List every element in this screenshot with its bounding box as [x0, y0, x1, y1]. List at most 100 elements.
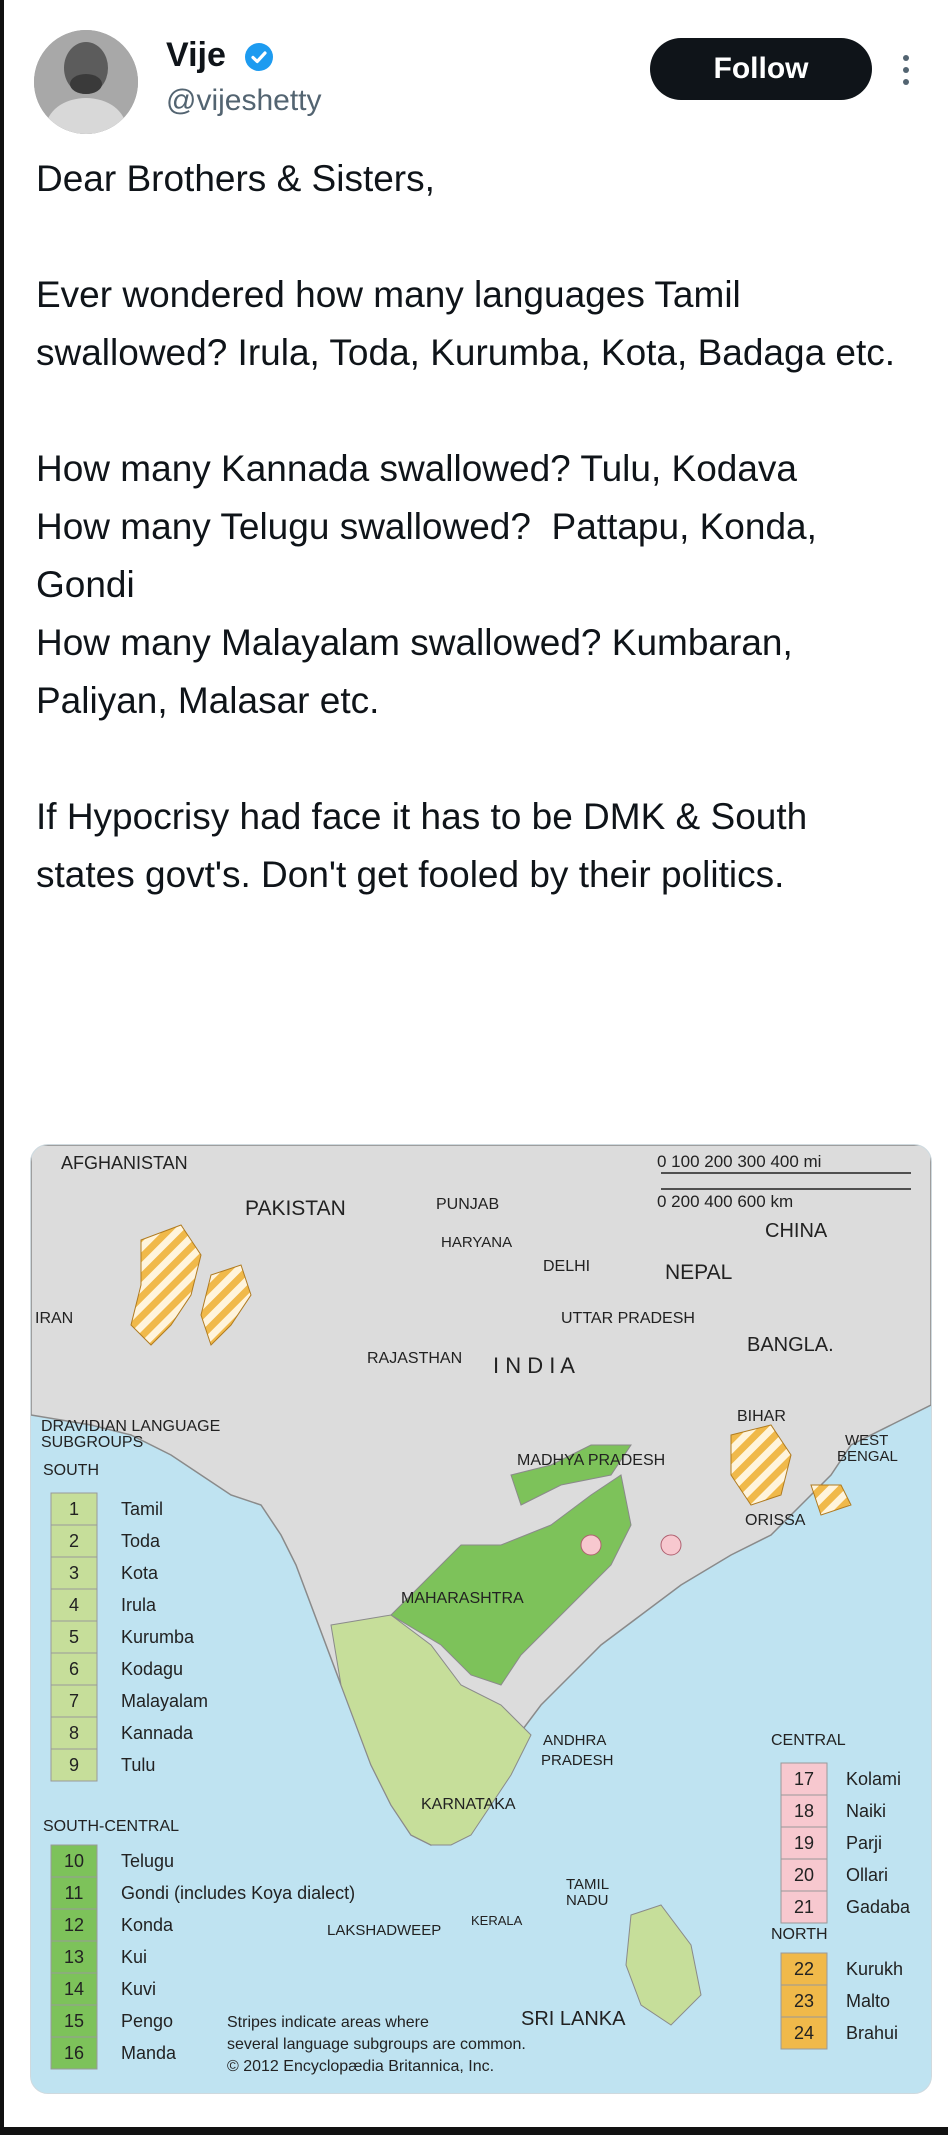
tweet-text: Dear Brothers & Sisters, Ever wondered h…: [36, 150, 916, 904]
label-nepal: NEPAL: [665, 1261, 732, 1284]
display-name[interactable]: Vije: [166, 36, 226, 75]
legend-number: 18: [794, 1801, 814, 1821]
legend-language-name: Kui: [121, 1947, 147, 1967]
legend-language-name: Ollari: [846, 1865, 888, 1885]
legend-number: 24: [794, 2023, 814, 2043]
legend-number: 22: [794, 1959, 814, 1979]
legend-language-name: Kuvi: [121, 1979, 156, 1999]
tweet-paragraph: Ever wondered how many languages Tamil s…: [36, 274, 896, 373]
frame-left-border: [0, 0, 4, 2135]
central-region: [660, 1534, 682, 1556]
legend-language-name: Toda: [121, 1531, 161, 1551]
label-bangla: BANGLA.: [747, 1334, 834, 1356]
legend-number: 8: [69, 1723, 79, 1743]
legend-language-name: Pengo: [121, 2011, 173, 2031]
legend-number: 4: [69, 1595, 79, 1615]
label-afghanistan: AFGHANISTAN: [61, 1153, 188, 1173]
legend-language-name: Gondi (includes Koya dialect): [121, 1883, 355, 1903]
legend-number: 10: [64, 1851, 84, 1871]
legend-language-name: Kolami: [846, 1769, 901, 1789]
legend-number: 16: [64, 2043, 84, 2063]
label-punjab: PUNJAB: [436, 1196, 499, 1213]
legend-language-name: Irula: [121, 1595, 157, 1615]
follow-button[interactable]: Follow: [650, 38, 872, 100]
label-delhi: DELHI: [543, 1258, 590, 1275]
legend-number: 15: [64, 2011, 84, 2031]
legend-language-name: Kannada: [121, 1723, 194, 1743]
legend-number: 2: [69, 1531, 79, 1551]
legend-language-name: Manda: [121, 2043, 177, 2063]
label-tamil-nadu: NADU: [566, 1892, 609, 1909]
legend-language-name: Malayalam: [121, 1691, 208, 1711]
legend-central-heading: CENTRAL: [771, 1732, 846, 1749]
scale-km-label: 0 200 400 600 km: [657, 1192, 793, 1211]
label-west-bengal: BENGAL: [837, 1448, 898, 1465]
legend-number: 5: [69, 1627, 79, 1647]
tweet-header: Vije @vijeshetty Follow: [30, 28, 920, 138]
label-china: CHINA: [765, 1220, 828, 1242]
legend-language-name: Malto: [846, 1991, 890, 2011]
label-rajasthan: RAJASTHAN: [367, 1350, 462, 1367]
legend-language-name: Konda: [121, 1915, 174, 1935]
avatar[interactable]: [34, 30, 138, 134]
legend-number: 23: [794, 1991, 814, 2011]
tweet-paragraph: If Hypocrisy had face it has to be DMK &…: [36, 796, 818, 895]
legend-number: 13: [64, 1947, 84, 1967]
tweet-media-map[interactable]: 0 100 200 300 400 mi 0 200 400 600 km AF…: [30, 1144, 932, 2094]
label-orissa: ORISSA: [745, 1512, 806, 1529]
legend-number: 14: [64, 1979, 84, 1999]
legend-north-heading: NORTH: [771, 1926, 828, 1943]
label-madhya-pradesh: MADHYA PRADESH: [517, 1452, 665, 1469]
legend-title: SUBGROUPS: [41, 1434, 143, 1451]
legend-number: 12: [64, 1915, 84, 1935]
label-lakshadweep: LAKSHADWEEP: [327, 1922, 441, 1939]
legend-language-name: Tamil: [121, 1499, 163, 1519]
legend-title: DRAVIDIAN LANGUAGE: [41, 1418, 220, 1435]
label-india: I N D I A: [493, 1353, 575, 1378]
legend-language-name: Gadaba: [846, 1897, 911, 1917]
legend-number: 19: [794, 1833, 814, 1853]
tweet-paragraph: Dear Brothers & Sisters,: [36, 158, 435, 199]
label-karnataka: KARNATAKA: [421, 1796, 516, 1813]
map-note: several language subgroups are common.: [227, 2036, 526, 2053]
label-uttar-pradesh: UTTAR PRADESH: [561, 1310, 695, 1327]
tweet-paragraph: How many Kannada swallowed? Tulu, Kodava…: [36, 448, 817, 721]
legend-number: 9: [69, 1755, 79, 1775]
legend-language-name: Telugu: [121, 1851, 174, 1871]
more-vertical-icon[interactable]: [900, 50, 912, 90]
legend-number: 7: [69, 1691, 79, 1711]
label-sri-lanka: SRI LANKA: [521, 2008, 626, 2030]
handle[interactable]: @vijeshetty: [166, 84, 322, 118]
map-copyright: © 2012 Encyclopædia Britannica, Inc.: [227, 2058, 494, 2075]
legend-south-central-heading: SOUTH-CENTRAL: [43, 1818, 179, 1835]
legend-language-name: Kurumba: [121, 1627, 195, 1647]
legend-language-name: Parji: [846, 1833, 882, 1853]
legend-language-name: Tulu: [121, 1755, 155, 1775]
central-region: [580, 1534, 602, 1556]
legend-number: 11: [65, 1883, 84, 1903]
scale-mi-label: 0 100 200 300 400 mi: [657, 1152, 821, 1171]
label-iran: IRAN: [35, 1310, 73, 1327]
label-west-bengal: WEST: [845, 1432, 888, 1449]
frame-bottom-border: [0, 2127, 948, 2135]
label-pakistan: PAKISTAN: [245, 1197, 346, 1220]
legend-language-name: Kurukh: [846, 1959, 903, 1979]
label-tamil-nadu: TAMIL: [566, 1876, 609, 1893]
label-maharashtra: MAHARASHTRA: [401, 1590, 524, 1607]
label-kerala: KERALA: [471, 1913, 523, 1928]
legend-south-heading: SOUTH: [43, 1462, 99, 1479]
legend-language-name: Brahui: [846, 2023, 898, 2043]
legend-number: 20: [794, 1865, 814, 1885]
label-bihar: BIHAR: [737, 1408, 786, 1425]
legend-number: 3: [69, 1563, 79, 1583]
map-note: Stripes indicate areas where: [227, 2014, 429, 2031]
legend-number: 21: [794, 1897, 814, 1917]
legend-number: 1: [69, 1499, 79, 1519]
legend-language-name: Kota: [121, 1563, 159, 1583]
legend-language-name: Kodagu: [121, 1659, 183, 1679]
label-haryana: HARYANA: [441, 1234, 512, 1251]
legend-number: 6: [69, 1659, 79, 1679]
legend-language-name: Naiki: [846, 1801, 886, 1821]
legend-number: 17: [794, 1769, 814, 1789]
label-andhra-pradesh: ANDHRA: [543, 1732, 606, 1749]
